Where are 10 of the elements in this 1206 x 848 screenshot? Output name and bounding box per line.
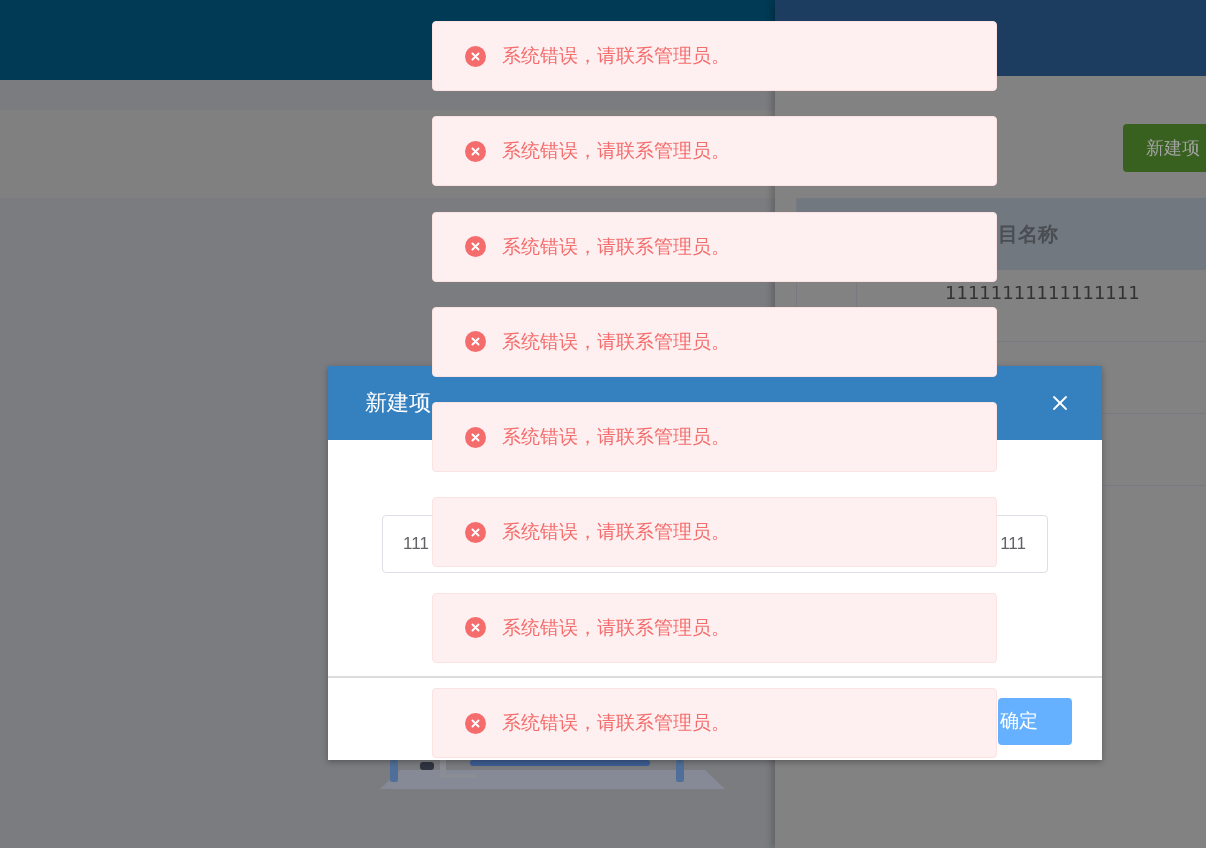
error-toast: 系统错误，请联系管理员。 [432, 402, 997, 473]
dialog-title: 新建项 [365, 389, 431, 417]
error-toast: 系统错误，请联系管理员。 [432, 21, 997, 91]
error-toast: 系统错误，请联系管理员。 [432, 592, 997, 663]
table-cell-text: 11111111111111111 [944, 281, 1141, 305]
error-toast: 系统错误，请联系管理员。 [432, 497, 997, 568]
error-toast: 系统错误，请联系管理员。 [432, 116, 997, 187]
error-toast: 系统错误，请联系管理员。 [432, 688, 997, 759]
error-toast: 系统错误，请联系管理员。 [432, 306, 997, 377]
error-toast: 系统错误，请联系管理员。 [432, 211, 997, 282]
